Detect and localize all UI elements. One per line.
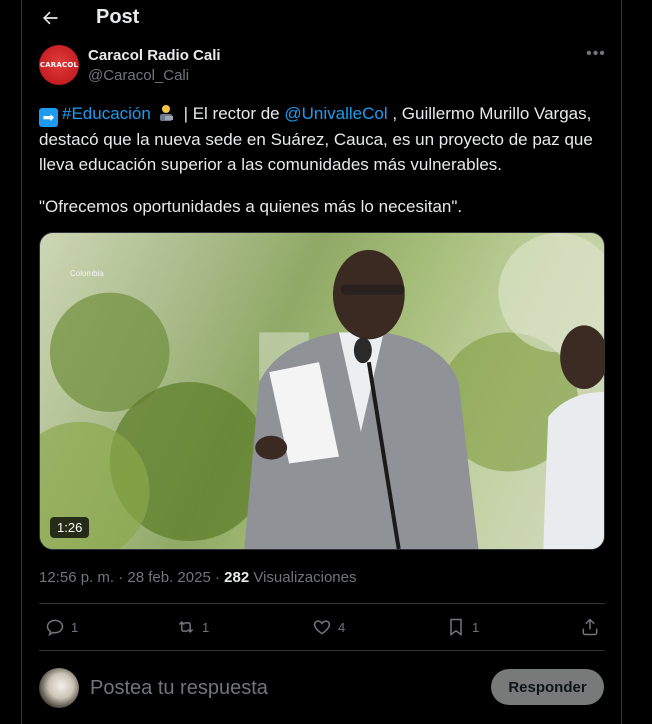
post-column: Post CARACOL Caracol Radio Cali @Caracol… (21, 0, 622, 724)
right-arrow-emoji-icon: ➡ (39, 108, 58, 127)
reply-action[interactable]: 1 (45, 615, 78, 639)
more-options-button[interactable]: ••• (585, 46, 607, 68)
repost-count: 1 (202, 619, 210, 635)
more-dots-icon: ••• (586, 45, 606, 62)
share-icon (582, 618, 598, 636)
author-handle[interactable]: @Caracol_Cali (88, 67, 189, 84)
reply-input[interactable] (90, 674, 470, 702)
caracol-logo: CARACOL (39, 61, 79, 69)
arrow-left-icon (43, 11, 58, 25)
reply-count: 1 (71, 619, 79, 635)
post-date[interactable]: 28 feb. 2025 (127, 569, 210, 586)
views-label: Visualizaciones (249, 569, 357, 586)
bookmark-count: 1 (472, 619, 480, 635)
meta-separator: · (114, 569, 128, 586)
top-bar: Post (22, 0, 621, 36)
back-button[interactable] (38, 6, 62, 30)
divider-bottom (39, 650, 605, 651)
bookmark-action[interactable]: 1 (446, 615, 479, 639)
tweet-line-1-mid: | El rector de (178, 104, 285, 123)
author-name[interactable]: Caracol Radio Cali (88, 47, 221, 64)
heart-icon (313, 620, 331, 635)
post-meta: 12:56 p. m. · 28 feb. 2025 · 282 Visuali… (39, 569, 356, 586)
author-avatar[interactable]: CARACOL (39, 45, 79, 85)
repost-action[interactable]: 1 (176, 615, 209, 639)
like-count: 4 (338, 619, 346, 635)
like-action[interactable]: 4 (312, 615, 345, 639)
user-avatar[interactable] (39, 668, 79, 708)
views-count: 282 (224, 569, 250, 586)
tweet-line-1: ➡ #Educación | El rector de @UnivalleCol … (39, 101, 609, 127)
hashtag-link[interactable]: #Educación (62, 104, 151, 123)
video-player[interactable]: Colombia 1:26 (39, 232, 605, 550)
video-frame (40, 233, 604, 549)
share-action[interactable] (580, 615, 600, 639)
divider-top (39, 603, 605, 604)
meta-separator-2: · (210, 569, 225, 586)
repost-icon (178, 620, 194, 634)
tweet-quote: "Ofrecemos oportunidades a quienes más l… (39, 197, 463, 216)
video-duration-badge: 1:26 (50, 517, 90, 538)
student-emoji-icon (159, 105, 173, 121)
tweet-line-2: destacó que la nueva sede en Suárez, Cau… (39, 130, 593, 149)
bookmark-icon (450, 618, 462, 636)
reply-icon (46, 619, 64, 637)
tweet-line-3: lleva educación superior a las comunidad… (39, 155, 503, 174)
video-watermark: Colombia (70, 269, 104, 278)
post-time[interactable]: 12:56 p. m. (39, 569, 114, 586)
page-title: Post (96, 6, 140, 28)
tweet-line-1-end: , Guillermo Murillo Vargas, (387, 104, 592, 123)
tweet-text: ➡ #Educación | El rector de @UnivalleCol … (39, 101, 609, 177)
reply-button[interactable]: Responder (491, 669, 604, 705)
mention-link[interactable]: @UnivalleCol (284, 104, 387, 123)
